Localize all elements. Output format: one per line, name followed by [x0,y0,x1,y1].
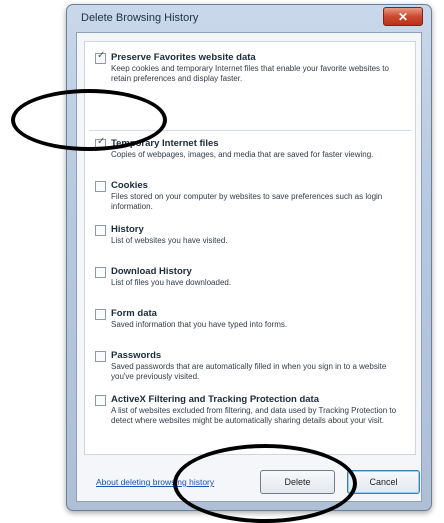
option-title: Temporary Internet files [111,138,219,149]
check-icon: ✓ [97,136,106,147]
passwords-checkbox[interactable] [95,351,106,362]
option-title: Download History [111,266,192,277]
option-description: Files stored on your computer by website… [111,192,383,211]
activex-filtering-checkbox[interactable] [95,395,106,406]
option-title: Passwords [111,350,162,361]
dialog-window: Delete Browsing History ✕ ✓ Preserve Fav… [66,4,432,511]
close-button[interactable]: ✕ [383,7,423,26]
delete-button[interactable]: Delete [260,470,335,494]
preserve-favorites-checkbox[interactable]: ✓ [95,50,106,64]
check-icon: ✓ [97,50,106,61]
download-history-checkbox[interactable] [95,267,106,278]
option-description: A list of websites excluded from filteri… [111,406,397,425]
option-title: ActiveX Filtering and Tracking Protectio… [111,394,319,405]
window-title: Delete Browsing History [81,12,199,24]
divider [89,130,411,131]
form-data-checkbox[interactable] [95,309,106,320]
about-deleting-history-link[interactable]: About deleting browsing history [96,477,214,487]
option-description: Keep cookies and temporary Internet file… [111,64,389,83]
option-description: List of websites you have visited. [111,236,228,245]
option-title: Cookies [111,180,148,191]
temporary-files-checkbox[interactable]: ✓ [95,136,106,150]
history-checkbox[interactable] [95,225,106,236]
option-description: Saved information that you have typed in… [111,320,288,329]
option-title: Preserve Favorites website data [111,52,256,63]
option-title: Form data [111,308,157,319]
option-description: Saved passwords that are automatically f… [111,362,387,381]
option-title: History [111,224,144,235]
close-icon: ✕ [397,9,409,24]
option-description: List of files you have downloaded. [111,278,232,287]
cancel-button[interactable]: Cancel [347,470,420,494]
cookies-checkbox[interactable] [95,181,106,192]
options-group: ✓ Preserve Favorites website data Keep c… [84,41,416,455]
option-description: Copies of webpages, images, and media th… [111,150,374,159]
dialog-client-area: ✓ Preserve Favorites website data Keep c… [76,32,422,502]
